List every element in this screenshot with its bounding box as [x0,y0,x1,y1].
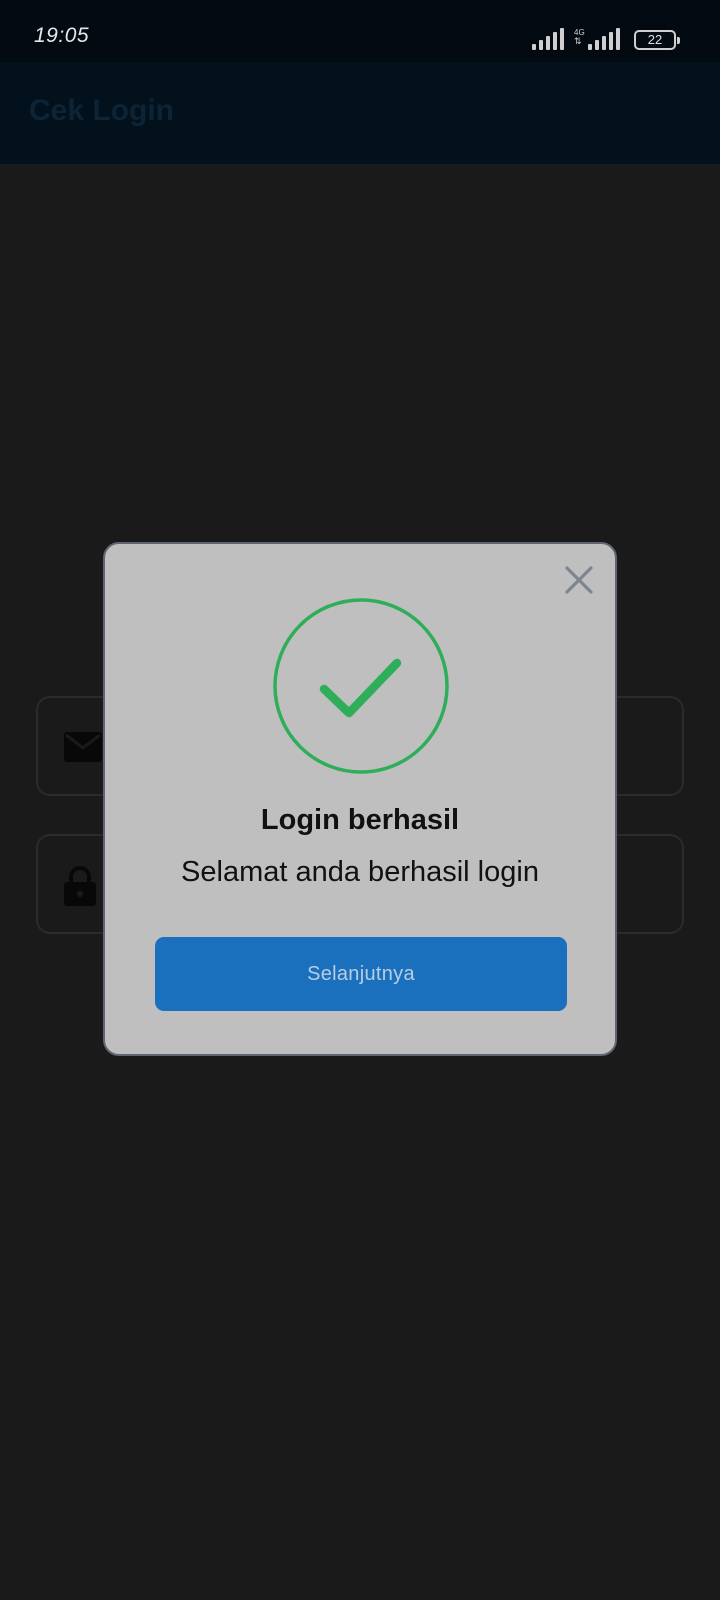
dialog-message: Selamat anda berhasil login [181,856,539,888]
page-title: Cek Login [29,94,175,127]
close-icon[interactable] [561,562,597,598]
email-icon [64,732,102,762]
success-dialog: Login berhasil Selamat anda berhasil log… [103,542,617,1056]
success-check-icon [273,598,449,774]
battery-level: 22 [647,32,663,47]
screen: 19:05 4G ⇅ 22 Cek Login Login berhasil S… [0,0,720,1600]
battery-icon: 22 [634,30,680,50]
signal-icon-secondary [588,28,620,50]
status-icons: 4G ⇅ 22 [532,26,680,50]
dialog-title: Login berhasil [260,804,460,836]
signal-icon [532,28,564,50]
app-bar: Cek Login [0,62,720,164]
next-button[interactable]: Selanjutnya [155,937,567,1011]
signal-4g-icon: 4G ⇅ [574,28,585,46]
status-bar: 19:05 4G ⇅ 22 [0,0,720,62]
status-time: 19:05 [34,24,90,47]
lock-icon [64,866,96,906]
